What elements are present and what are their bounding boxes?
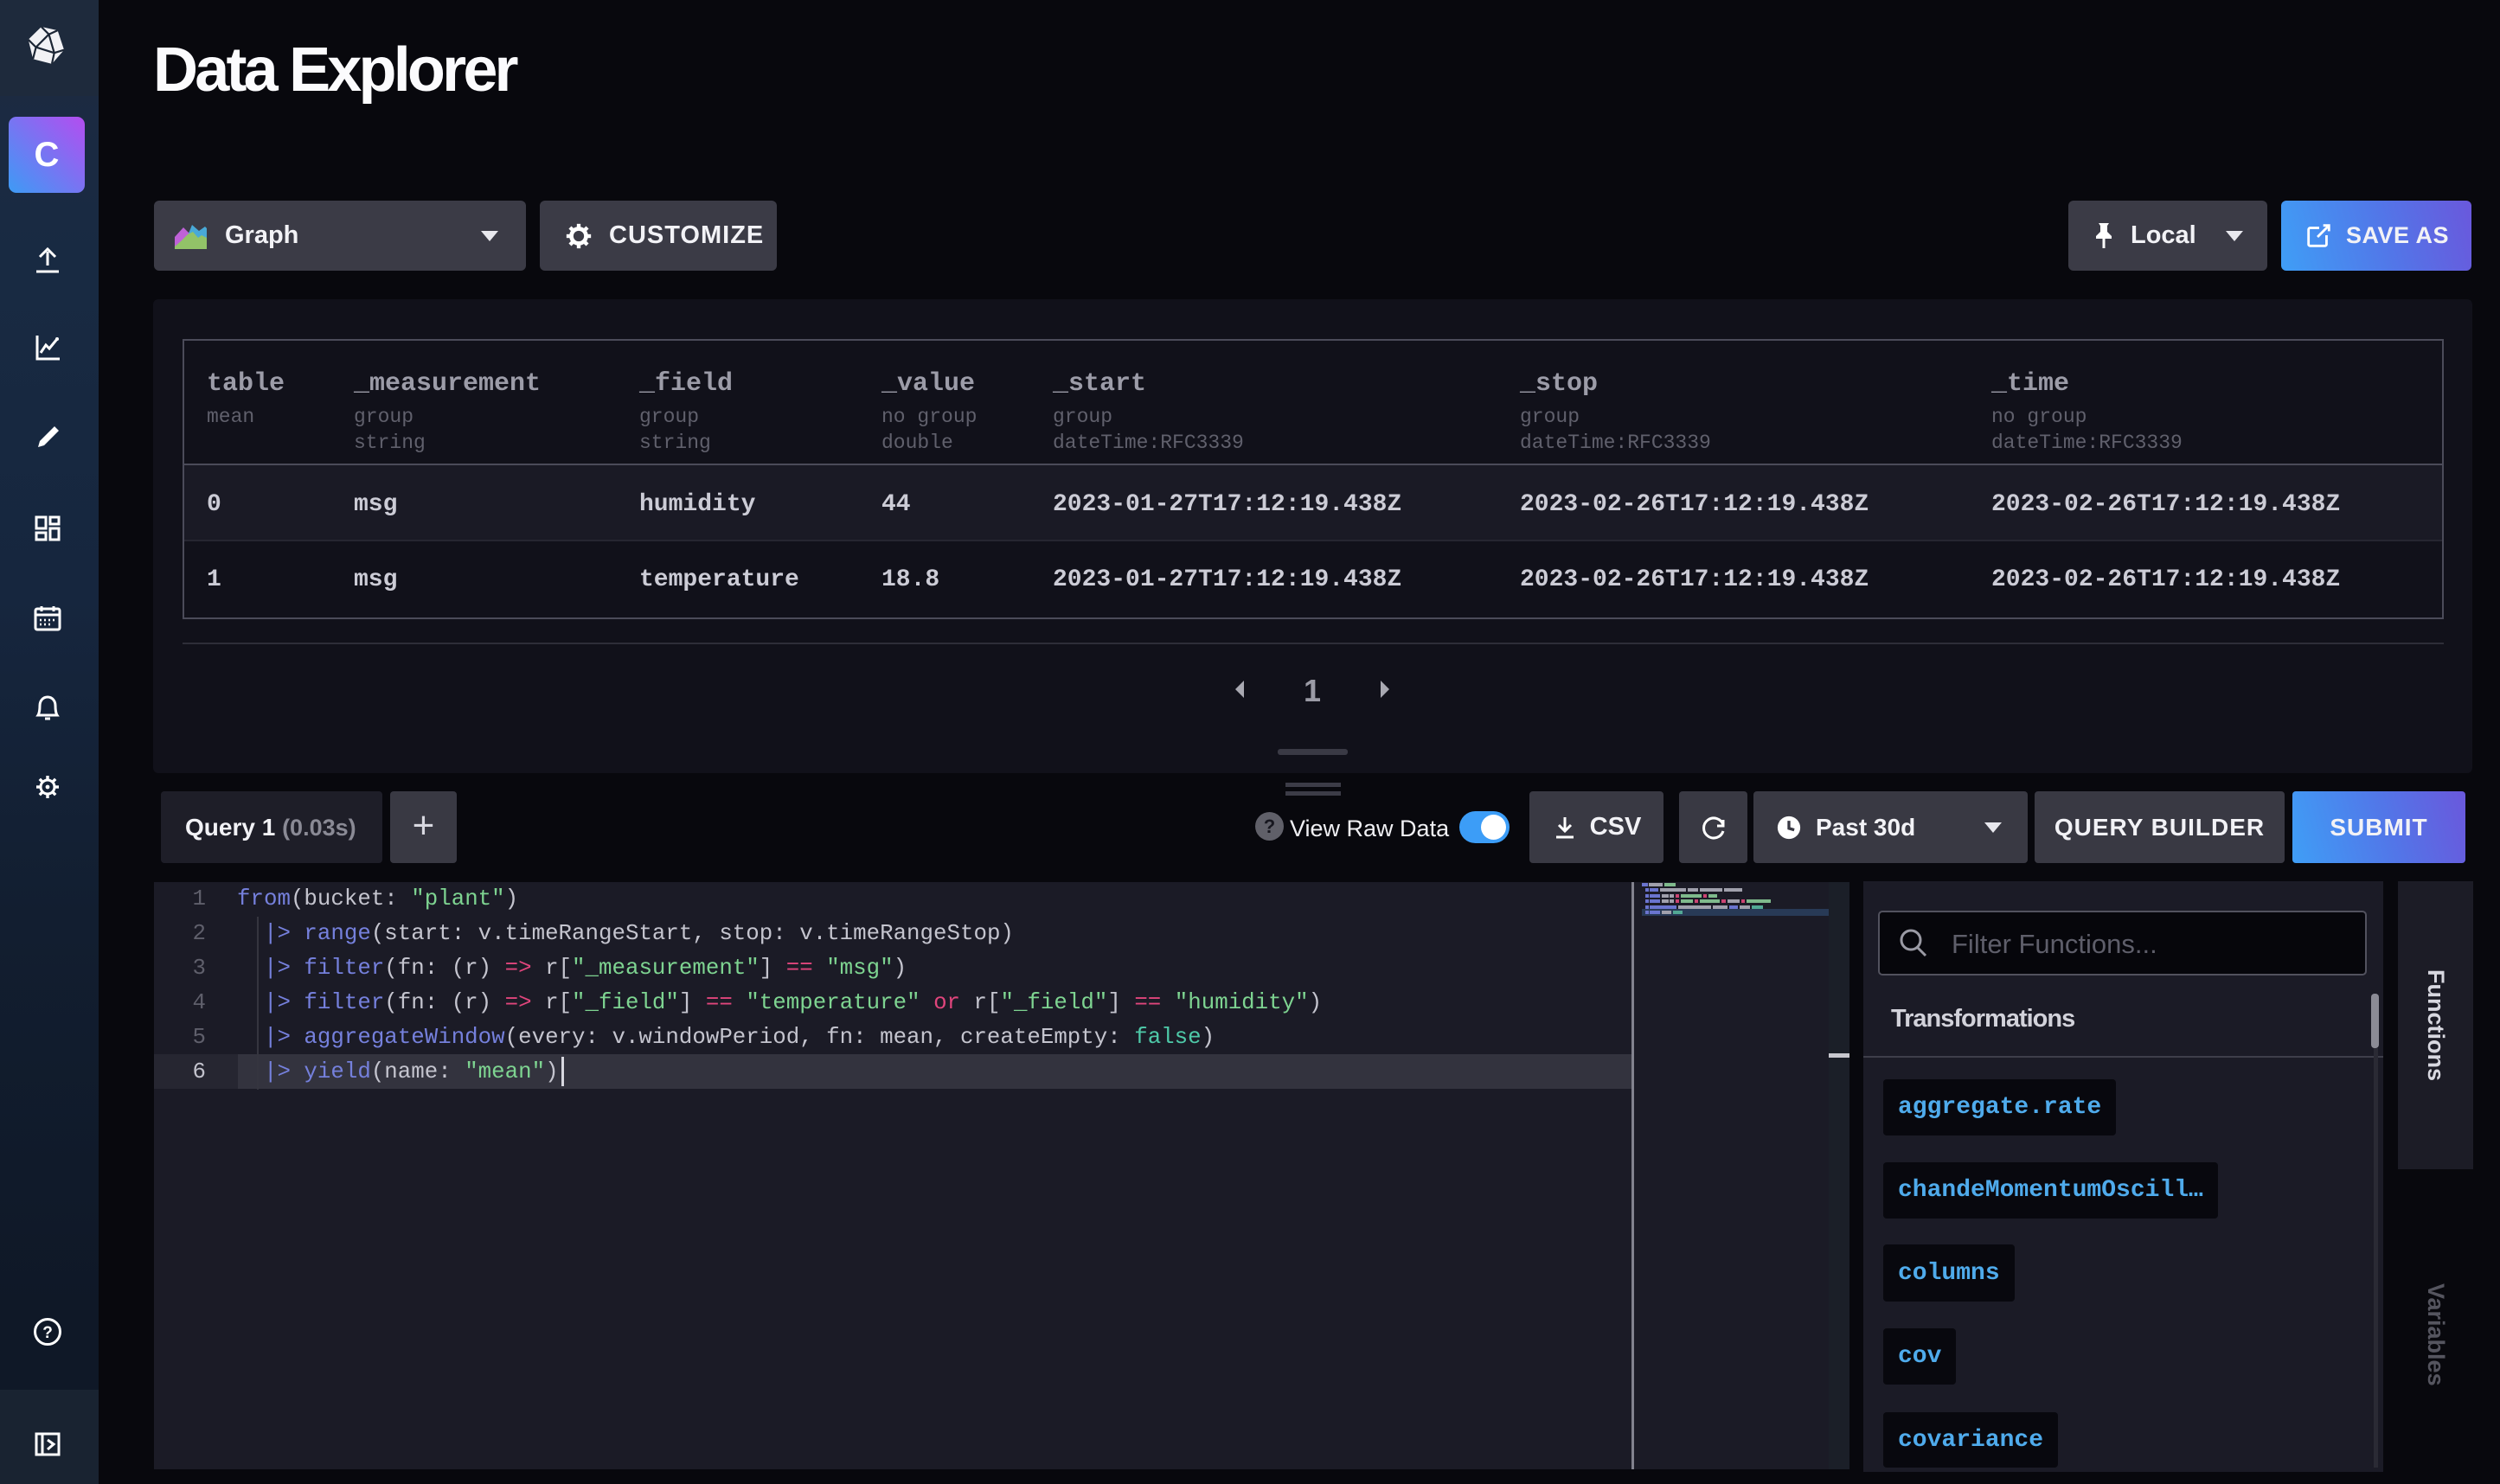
svg-text:?: ? [42, 1324, 53, 1342]
